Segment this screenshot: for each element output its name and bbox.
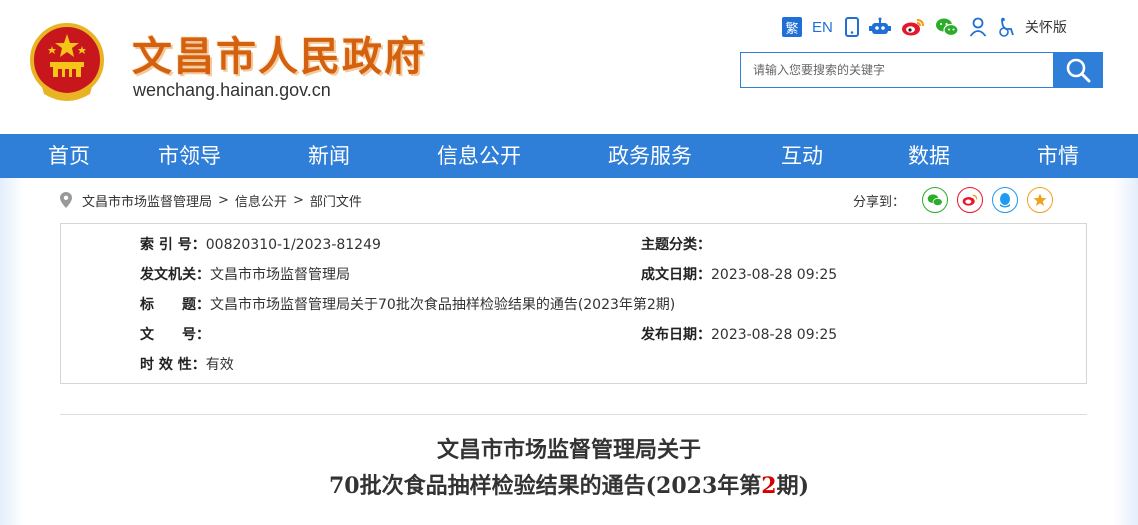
meta-issuer-row: 发文机关：文昌市市场监督管理局 [140, 264, 350, 284]
national-emblem-icon[interactable] [28, 22, 106, 102]
robot-icon[interactable] [868, 15, 891, 39]
weibo-icon [962, 194, 978, 206]
breadcrumb-item-dept-docs[interactable]: 部门文件 [310, 191, 362, 210]
meta-validity-row: 时 效 性：有效 [140, 354, 234, 374]
meta-docno-label: 文 号： [140, 327, 210, 343]
share-bar: 分享到： [853, 186, 1054, 214]
meta-created-value: 2023-08-28 09:25 [711, 267, 838, 283]
meta-title-label: 标 题： [140, 297, 210, 313]
breadcrumb: 文昌市市场监督管理局 > 信息公开 > 部门文件 [60, 190, 362, 210]
search-button[interactable] [1053, 52, 1103, 88]
document-issue-number: 2 [761, 473, 777, 499]
nav-item-interaction[interactable]: 互动 [781, 134, 823, 178]
wechat-icon [927, 194, 943, 207]
meta-issuer-value: 文昌市市场监督管理局 [210, 267, 350, 283]
meta-index-row: 索 引 号：00820310-1/2023-81249 [140, 234, 381, 254]
site-title[interactable]: 文昌市人民政府 [132, 24, 426, 82]
meta-published-row: 发布日期：2023-08-28 09:25 [641, 324, 837, 344]
meta-created-label: 成文日期： [641, 267, 711, 283]
nav-item-home[interactable]: 首页 [48, 134, 90, 178]
meta-index-value: 00820310-1/2023-81249 [205, 237, 381, 253]
search-box [740, 52, 1053, 88]
meta-issuer-label: 发文机关： [140, 267, 210, 283]
traditional-chinese-button[interactable]: 繁 [782, 17, 802, 37]
site-domain: wenchang.hainan.gov.cn [133, 80, 331, 100]
mobile-icon[interactable] [844, 15, 859, 39]
user-icon[interactable] [969, 15, 987, 39]
location-pin-icon [60, 192, 72, 208]
main-nav: 首页 市领导 新闻 信息公开 政务服务 互动 数据 市情 [0, 134, 1138, 178]
share-weibo-button[interactable] [957, 187, 984, 213]
nav-item-info-disclosure[interactable]: 信息公开 [437, 134, 521, 178]
document-title-line2: 70批次食品抽样检验结果的通告(2023年第2期) [0, 468, 1138, 500]
search-input[interactable] [741, 53, 1053, 87]
meta-topic-label: 主题分类： [641, 237, 711, 253]
meta-published-value: 2023-08-28 09:25 [711, 327, 838, 343]
meta-index-label: 索 引 号： [140, 237, 206, 253]
qq-icon [1000, 193, 1011, 208]
nav-item-gov-services[interactable]: 政务服务 [608, 134, 692, 178]
wechat-icon[interactable] [935, 15, 959, 39]
breadcrumb-item-info-disclosure[interactable]: 信息公开 [235, 191, 287, 210]
care-mode-link[interactable]: 关怀版 [1025, 15, 1067, 39]
care-mode-icon[interactable] [997, 15, 1015, 39]
divider [60, 414, 1087, 415]
english-button[interactable]: EN [812, 15, 833, 39]
document-title-line2-prefix: 70批次食品抽样检验结果的通告(2023年第 [329, 473, 762, 499]
meta-validity-label: 时 效 性： [140, 357, 206, 373]
weibo-icon[interactable] [901, 15, 925, 39]
share-label: 分享到： [853, 194, 906, 210]
share-qzone-button[interactable] [1027, 187, 1054, 213]
site-header: 文昌市人民政府 wenchang.hainan.gov.cn 繁 EN 关怀版 [0, 0, 1138, 134]
nav-item-news[interactable]: 新闻 [308, 134, 350, 178]
search-icon [1066, 58, 1091, 83]
breadcrumb-separator: > [292, 192, 304, 208]
breadcrumb-separator: > [218, 192, 229, 208]
meta-title-row: 标 题：文昌市市场监督管理局关于70批次食品抽样检验结果的通告(2023年第2期… [140, 294, 675, 314]
meta-validity-value: 有效 [205, 357, 234, 373]
meta-topic-row: 主题分类： [641, 234, 711, 254]
meta-published-label: 发布日期： [641, 327, 711, 343]
breadcrumb-item-bureau[interactable]: 文昌市市场监督管理局 [82, 191, 212, 210]
share-wechat-button[interactable] [922, 187, 949, 213]
star-icon [1033, 193, 1047, 206]
nav-item-city-info[interactable]: 市情 [1037, 134, 1079, 178]
document-title-line1: 文昌市市场监督管理局关于 [436, 437, 701, 463]
meta-title-value: 文昌市市场监督管理局关于70批次食品抽样检验结果的通告(2023年第2期) [210, 297, 676, 313]
document-metadata-panel: 索 引 号：00820310-1/2023-81249 主题分类： 发文机关：文… [60, 223, 1087, 384]
header-tools: 繁 EN 关怀版 [782, 14, 1067, 40]
nav-item-data[interactable]: 数据 [908, 134, 950, 178]
nav-item-leaders[interactable]: 市领导 [158, 134, 221, 178]
document-title-line2-suffix: 期) [776, 473, 809, 499]
meta-created-row: 成文日期：2023-08-28 09:25 [641, 264, 837, 284]
meta-docno-row: 文 号： [140, 324, 210, 344]
share-qq-button[interactable] [992, 187, 1019, 213]
